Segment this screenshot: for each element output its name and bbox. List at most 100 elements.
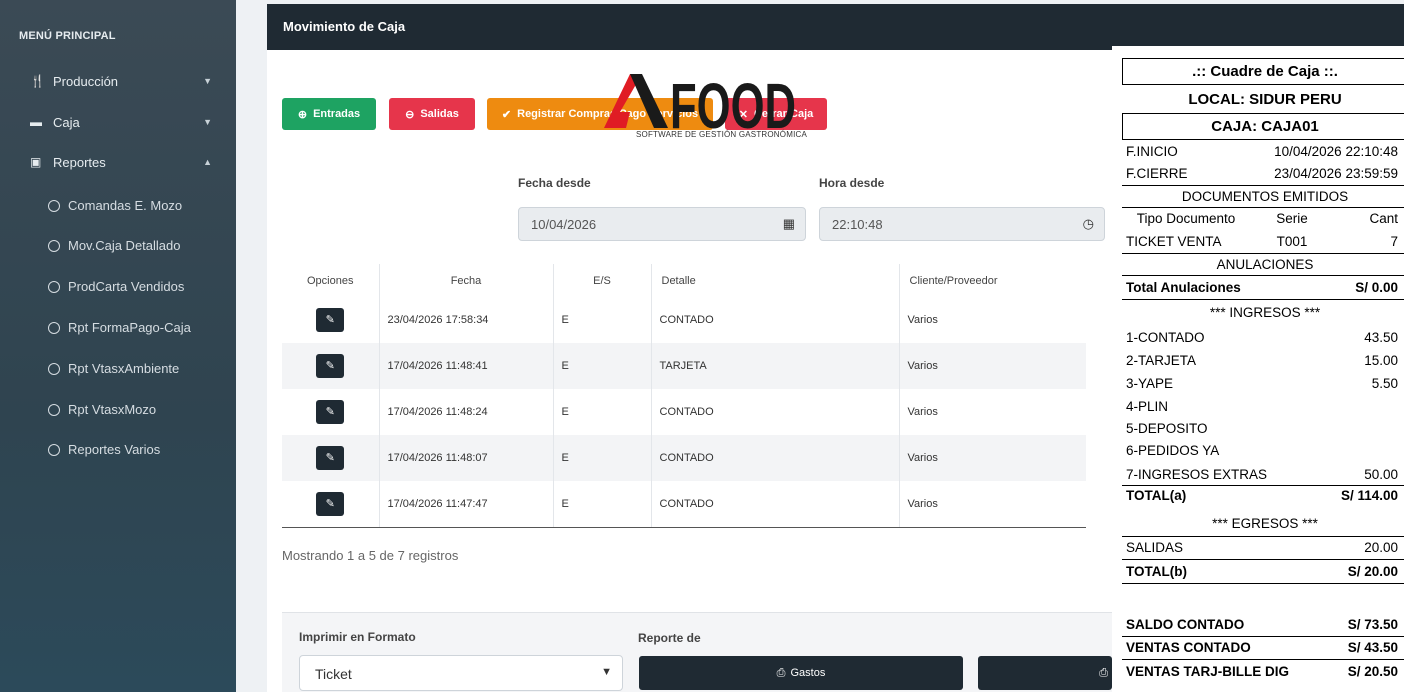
sidebar-item-label: Reportes (53, 154, 106, 170)
ingreso-row: 4-PLIN (1126, 399, 1398, 414)
sidebar-subitem-label: Reportes Varios (68, 442, 161, 457)
input-value: 10/04/2026 (531, 217, 597, 232)
edit-icon[interactable]: ✎ (316, 491, 345, 516)
imprimir-formato-label: Imprimir en Formato (299, 630, 416, 644)
circle-icon (48, 280, 60, 293)
row-value: T001 (1276, 234, 1308, 249)
print-icon: ⎙ (776, 666, 786, 679)
row-label: 4-PLIN (1126, 399, 1169, 414)
edit-icon[interactable]: ✎ (316, 308, 345, 332)
calendar-icon[interactable]: ▦ (783, 216, 795, 232)
sidebar-subitem-vtasxmozo[interactable]: Rpt VtasxMozo (48, 402, 156, 417)
ingreso-row: 5-DEPOSITO (1126, 421, 1398, 436)
gastos-button[interactable]: ⎙ Gastos (639, 656, 963, 690)
edit-icon[interactable]: ✎ (316, 446, 345, 470)
sidebar-subitem-label: Rpt FormaPago-Caja (68, 320, 191, 335)
circle-icon (48, 321, 60, 334)
row-value: 10/04/2026 22:10:48 (1274, 144, 1398, 159)
table-cell: CONTADO (651, 481, 900, 528)
column-header[interactable]: Cliente/Proveedor (899, 264, 1086, 297)
sidebar-item-caja[interactable]: ▬ Caja ▼ (30, 110, 220, 134)
row-value: S/ 20.50 (1347, 664, 1398, 679)
table-cell: ✎ (282, 389, 380, 435)
table-row: ✎ 17/04/2026 11:47:47 E CONTADO Varios (282, 481, 1086, 528)
edit-icon[interactable]: ✎ (316, 400, 345, 424)
sidebar-subitem-label: Mov.Caja Detallado (68, 238, 181, 253)
print-report-button[interactable]: ⎙ (978, 656, 1112, 690)
sidebar-subitem-movcaja[interactable]: Mov.Caja Detallado (48, 238, 180, 253)
sidebar-subitem-prodcarta[interactable]: ProdCarta Vendidos (48, 279, 184, 294)
row-value: 23/04/2026 23:59:59 (1274, 166, 1398, 181)
ingresos-title: *** INGRESOS *** (1209, 305, 1321, 320)
clock-icon[interactable]: ◷ (1083, 216, 1094, 232)
table-cell: Varios (899, 389, 1086, 435)
circle-icon (48, 443, 60, 456)
row-label: SALDO CONTADO (1126, 617, 1245, 632)
column-header[interactable]: Detalle (651, 264, 900, 297)
circle-icon (48, 199, 60, 212)
sidebar-item-reportes[interactable]: ▣ Reportes ▲ (30, 150, 220, 174)
check-circle-icon: ✔ (501, 108, 512, 121)
fecha-desde-input[interactable]: 10/04/2026 ▦ (518, 207, 806, 241)
sidebar-item-produccion[interactable]: 🍴 Producción ▼ (30, 69, 220, 93)
sidebar-subitem-comandas[interactable]: Comandas E. Mozo (48, 198, 182, 213)
row-value: 50.00 (1364, 467, 1398, 482)
table-row: ✎ 17/04/2026 11:48:41 E TARJETA Varios (282, 343, 1086, 389)
table-cell: E (553, 389, 652, 435)
edit-icon[interactable]: ✎ (316, 354, 345, 378)
chevron-down-icon: ▼ (601, 666, 612, 678)
salidas-row: SALIDAS 20.00 (1126, 540, 1398, 555)
movimientos-table: Opciones Fecha E/S Detalle Cliente/Prove… (282, 264, 1086, 528)
row-label: 5-DEPOSITO (1126, 421, 1208, 436)
salidas-button[interactable]: ⊖ Salidas (389, 98, 475, 130)
row-value: TICKET VENTA (1126, 234, 1222, 249)
table-cell: Varios (899, 435, 1086, 481)
total-b-row: TOTAL(b) S/ 20.00 (1126, 564, 1398, 579)
ingreso-row: 2-TARJETA 15.00 (1126, 353, 1398, 368)
row-label: TOTAL(b) (1126, 564, 1187, 579)
minus-circle-icon: ⊖ (405, 108, 415, 121)
hora-desde-label: Hora desde (819, 176, 885, 190)
formato-select[interactable]: Ticket ▼ (299, 655, 623, 691)
money-bill-icon: ▣ (30, 155, 42, 169)
row-label: Total Anulaciones (1126, 280, 1241, 295)
circle-icon (48, 239, 60, 252)
sidebar-subitem-formapago[interactable]: Rpt FormaPago-Caja (48, 320, 191, 335)
table-cell: 17/04/2026 11:48:07 (379, 435, 554, 481)
total-a-row: TOTAL(a) S/ 114.00 (1126, 488, 1398, 503)
row-label: F.CIERRE (1126, 166, 1188, 181)
column-header[interactable]: E/S (553, 264, 652, 297)
receipt-title: .:: Cuadre de Caja ::. (1122, 58, 1404, 85)
hora-desde-input[interactable]: 22:10:48 ◷ (819, 207, 1105, 241)
row-value: S/ 20.00 (1347, 564, 1398, 579)
plus-circle-icon: ⊕ (297, 108, 308, 121)
sidebar-subitem-vtasxambiente[interactable]: Rpt VtasxAmbiente (48, 361, 179, 376)
select-value: Ticket (315, 666, 352, 682)
table-cell: E (553, 343, 652, 389)
row-label: 7-INGRESOS EXTRAS (1126, 467, 1268, 482)
row-label: 3-YAPE (1126, 376, 1174, 391)
anulaciones-title: ANULACIONES (1216, 257, 1314, 272)
table-cell: Varios (899, 343, 1086, 389)
egresos-title: *** EGRESOS *** (1212, 516, 1318, 531)
button-label: Entradas (313, 108, 361, 120)
sidebar-subitem-reportesvarios[interactable]: Reportes Varios (48, 442, 160, 457)
entradas-button[interactable]: ⊕ Entradas (282, 98, 376, 130)
circle-icon (48, 403, 60, 416)
sidebar-subitem-label: Rpt VtasxMozo (68, 402, 157, 417)
row-value: 5.50 (1371, 376, 1398, 391)
row-label: TOTAL(a) (1126, 488, 1187, 503)
fecha-desde-label: Fecha desde (518, 176, 591, 190)
sidebar-subitem-label: ProdCarta Vendidos (68, 279, 185, 294)
print-icon: ⎙ (1099, 666, 1108, 679)
column-header[interactable]: Opciones (282, 264, 380, 297)
column-header[interactable]: Fecha (379, 264, 554, 297)
utensils-icon: 🍴 (30, 74, 45, 88)
chevron-down-icon: ▼ (203, 76, 212, 86)
table-cell: CONTADO (651, 435, 900, 481)
sidebar-title: MENÚ PRINCIPAL (19, 30, 116, 42)
ventas-tarj-row: VENTAS TARJ-BILLE DIG S/ 20.50 (1126, 664, 1398, 679)
table-row: ✎ 17/04/2026 11:48:07 E CONTADO Varios (282, 435, 1086, 481)
button-label: Gastos (790, 667, 826, 679)
receipt-local: LOCAL: SIDUR PERU (1188, 91, 1342, 108)
